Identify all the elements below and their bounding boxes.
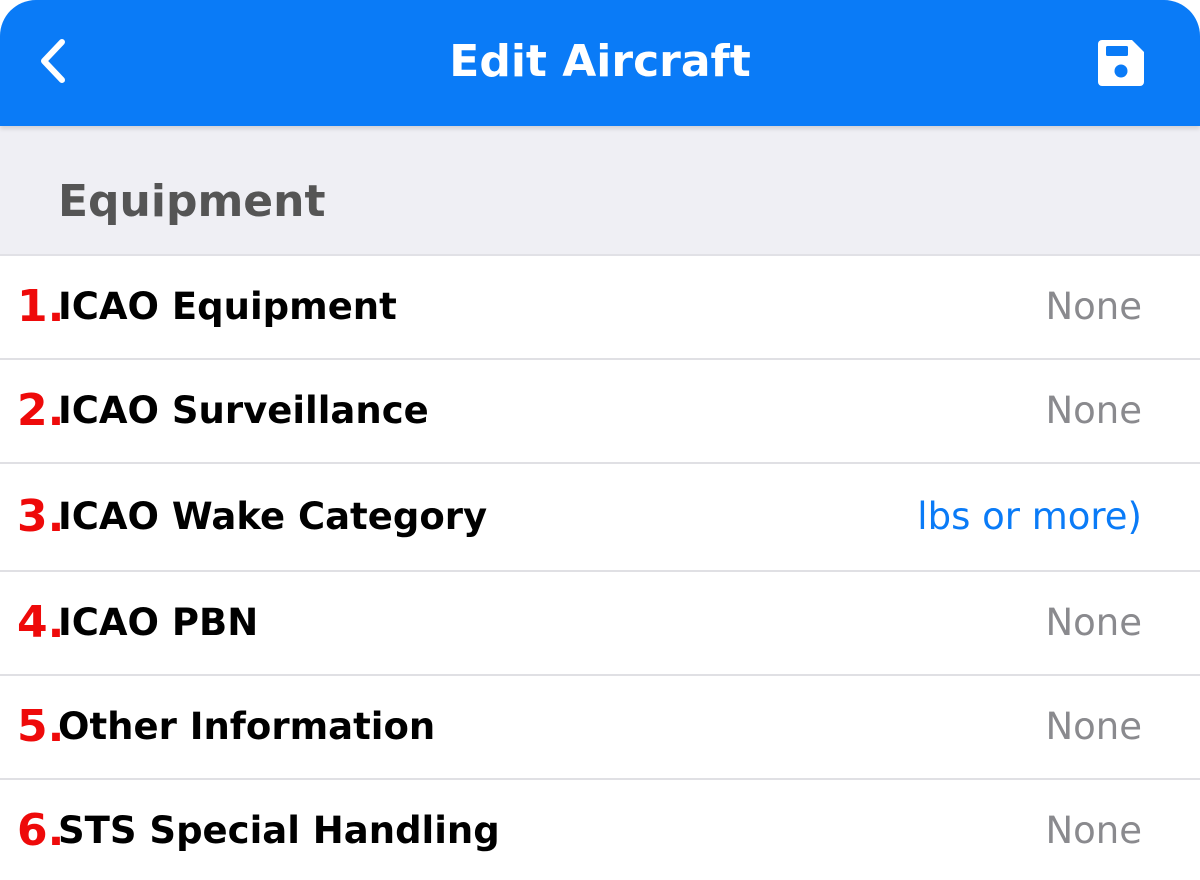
row-icao-surveillance[interactable]: 2. ICAO Surveillance None xyxy=(0,360,1200,464)
row-icao-equipment[interactable]: 1. ICAO Equipment None xyxy=(0,256,1200,360)
row-label: ICAO Equipment xyxy=(58,285,397,328)
row-value: None xyxy=(1045,705,1142,748)
row-label: Other Information xyxy=(58,705,436,748)
floppy-disk-icon xyxy=(1098,40,1144,86)
row-value: None xyxy=(1045,601,1142,644)
row-label: ICAO Surveillance xyxy=(58,389,429,432)
section-title: Equipment xyxy=(58,176,326,227)
row-label: STS Special Handling xyxy=(58,809,500,852)
section-header: Equipment xyxy=(0,126,1200,256)
navigation-bar: Edit Aircraft xyxy=(0,0,1200,126)
row-sts-special-handling[interactable]: 6. STS Special Handling None xyxy=(0,780,1200,880)
row-value: None xyxy=(1045,389,1142,432)
edit-aircraft-screen: Edit Aircraft Equipment 1. ICAO Equipmen… xyxy=(0,0,1200,880)
row-label: ICAO Wake Category xyxy=(58,495,488,538)
row-label: ICAO PBN xyxy=(58,601,259,644)
page-title: Edit Aircraft xyxy=(449,36,751,87)
row-icao-wake-category[interactable]: 3. ICAO Wake Category lbs or more) xyxy=(0,464,1200,572)
row-value: lbs or more) xyxy=(917,495,1142,538)
row-icao-pbn[interactable]: 4. ICAO PBN None xyxy=(0,572,1200,676)
save-button[interactable] xyxy=(1094,36,1148,90)
row-value: None xyxy=(1045,809,1142,852)
row-other-information[interactable]: 5. Other Information None xyxy=(0,676,1200,780)
row-value: None xyxy=(1045,285,1142,328)
